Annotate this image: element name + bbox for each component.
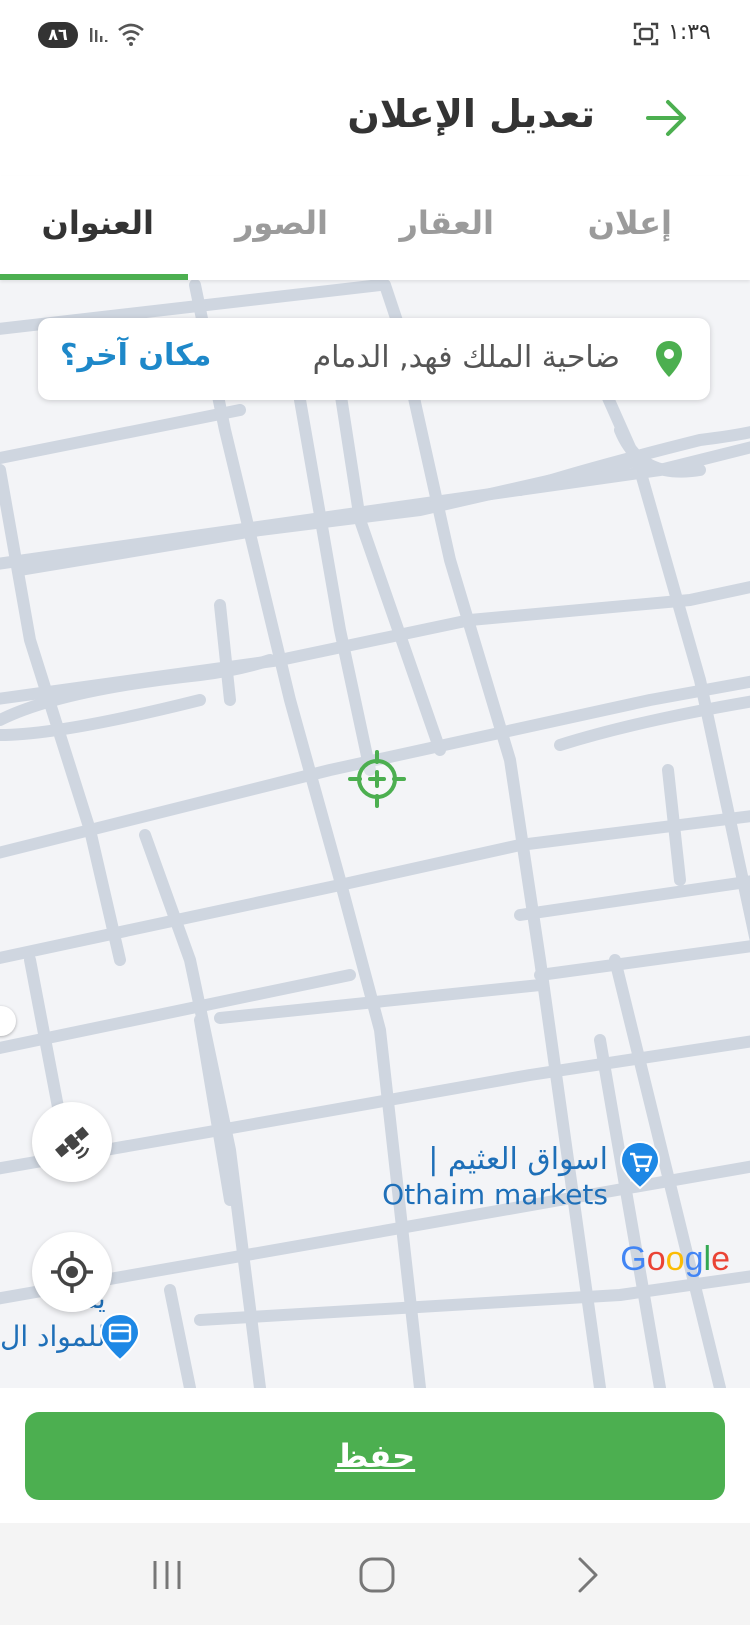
map-view[interactable]: ضاحية الملك فهد, الدمام مكان آخر؟ اسواق … [0, 280, 750, 1388]
shopping-cart-icon[interactable] [618, 1140, 662, 1190]
address-bar: ضاحية الملك فهد, الدمام مكان آخر؟ [38, 318, 710, 400]
crosshair-marker-icon [348, 750, 406, 808]
wifi-icon [118, 23, 144, 46]
poi-partial-line2: للمواد ال [0, 1320, 106, 1353]
app-header: تعديل الإعلان [0, 70, 750, 176]
tab-bar: إعلان العقار الصور العنوان [0, 176, 750, 280]
back-arrow-icon[interactable] [642, 96, 690, 140]
clock: ١:٣٩ [668, 20, 711, 45]
status-bar: ٨٦ ١:٣٩ [0, 0, 750, 70]
system-nav-bar [0, 1523, 750, 1625]
tab-ad[interactable]: إعلان [588, 204, 672, 242]
poi-name-arabic: اسواق العثيم | [428, 1142, 608, 1177]
page-title: تعديل الإعلان [347, 92, 595, 136]
save-area: حفظ [0, 1388, 750, 1523]
recent-apps-icon[interactable] [147, 1553, 191, 1597]
satellite-view-button[interactable] [32, 1102, 112, 1182]
battery-indicator: ٨٦ [38, 22, 78, 48]
my-location-button[interactable] [32, 1232, 112, 1312]
store-icon[interactable] [98, 1312, 142, 1362]
map-roads [0, 280, 750, 1388]
tab-address[interactable]: العنوان [42, 204, 154, 242]
poi-name-english: Othaim markets [382, 1178, 608, 1211]
signal-icon [90, 28, 108, 42]
google-attribution: Google [620, 1240, 730, 1278]
back-chevron-icon[interactable] [566, 1553, 610, 1597]
active-tab-indicator [0, 274, 188, 280]
location-pin-icon [656, 341, 682, 377]
home-icon[interactable] [355, 1553, 399, 1597]
tab-property[interactable]: العقار [399, 204, 494, 242]
satellite-icon [54, 1126, 90, 1160]
save-button[interactable]: حفظ [25, 1412, 725, 1500]
my-location-icon [51, 1251, 93, 1293]
screen-record-icon [633, 22, 659, 46]
address-text: ضاحية الملك فهد, الدمام [312, 340, 620, 375]
other-place-link[interactable]: مكان آخر؟ [60, 338, 211, 373]
tab-photos[interactable]: الصور [235, 204, 328, 242]
